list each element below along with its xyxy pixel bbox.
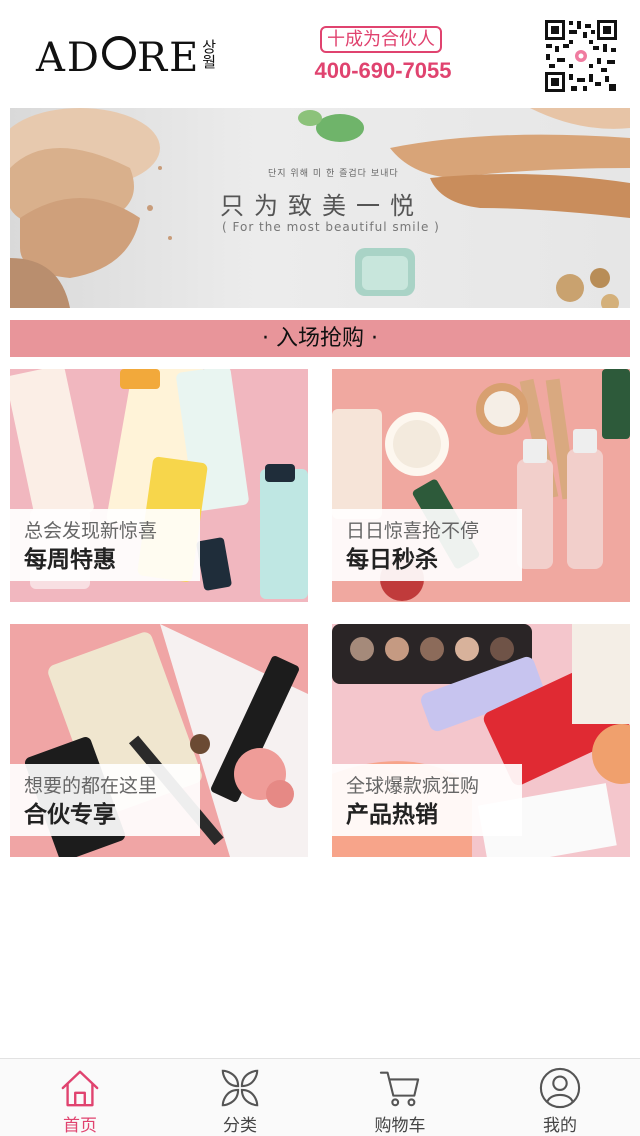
tab-home[interactable]: 首页 [0, 1059, 160, 1136]
become-partner-button[interactable]: 十成为合伙人 [320, 26, 442, 53]
banner-subtitle: ( For the most beautiful smile ) [222, 220, 440, 234]
banner-korean-line: 단지 위해 미 한 즐겁다 보내다 [268, 169, 399, 179]
category-icon [221, 1069, 259, 1107]
header: AD RE 상월 十成为合伙人 400-690-7055 [0, 0, 640, 104]
promo-card-partner-exclusive[interactable]: 想要的都在这里 合伙专享 [10, 624, 308, 857]
card-label: 总会发现新惊喜 每周特惠 [10, 509, 200, 581]
logo-text-start: AD [36, 35, 101, 81]
card-title: 合伙专享 [24, 802, 116, 828]
logo-text-end: RE [136, 35, 201, 81]
tab-profile-label: 我的 [543, 1116, 577, 1136]
home-icon [61, 1070, 99, 1107]
tab-cart[interactable]: 购物车 [320, 1059, 480, 1136]
tab-category[interactable]: 分类 [160, 1059, 320, 1136]
card-label: 想要的都在这里 合伙专享 [10, 764, 200, 836]
logo-korean-text: 상월 [202, 38, 217, 71]
bottom-tab-bar: 首页 分类 购物车 我的 [0, 1058, 640, 1136]
card-title: 每日秒杀 [346, 547, 438, 573]
qr-code-icon [543, 18, 619, 94]
promo-banner[interactable]: 단지 위해 미 한 즐겁다 보내다 只为致美一悦 ( For the most … [10, 108, 630, 308]
card-label: 全球爆款疯狂购 产品热销 [332, 764, 522, 836]
card-subtitle: 总会发现新惊喜 [24, 520, 158, 542]
tab-category-label: 分类 [223, 1116, 257, 1136]
cart-icon [379, 1071, 420, 1107]
card-label: 日日惊喜抢不停 每日秒杀 [332, 509, 522, 581]
user-icon [539, 1067, 581, 1109]
tab-profile[interactable]: 我的 [480, 1059, 640, 1136]
card-subtitle: 想要的都在这里 [24, 775, 158, 797]
card-subtitle: 日日惊喜抢不停 [346, 520, 480, 542]
hotline-phone[interactable]: 400-690-7055 [300, 58, 466, 84]
promo-card-bestsellers[interactable]: 全球爆款疯狂购 产品热销 [332, 624, 630, 857]
section-title-flash-sale: · 入场抢购 · [10, 320, 630, 357]
logo-ring [101, 36, 136, 70]
card-subtitle: 全球爆款疯狂购 [346, 775, 480, 797]
banner-slogan: 只为致美一悦 [220, 192, 424, 220]
brand-logo[interactable]: AD RE 상월 [36, 36, 218, 86]
tab-home-label: 首页 [63, 1116, 97, 1136]
card-title: 每周特惠 [24, 547, 116, 573]
card-title: 产品热销 [346, 802, 438, 828]
promo-card-daily-flash[interactable]: 日日惊喜抢不停 每日秒杀 [332, 369, 630, 602]
promo-card-weekly-deals[interactable]: 总会发现新惊喜 每周特惠 [10, 369, 308, 602]
tab-cart-label: 购物车 [374, 1116, 426, 1136]
